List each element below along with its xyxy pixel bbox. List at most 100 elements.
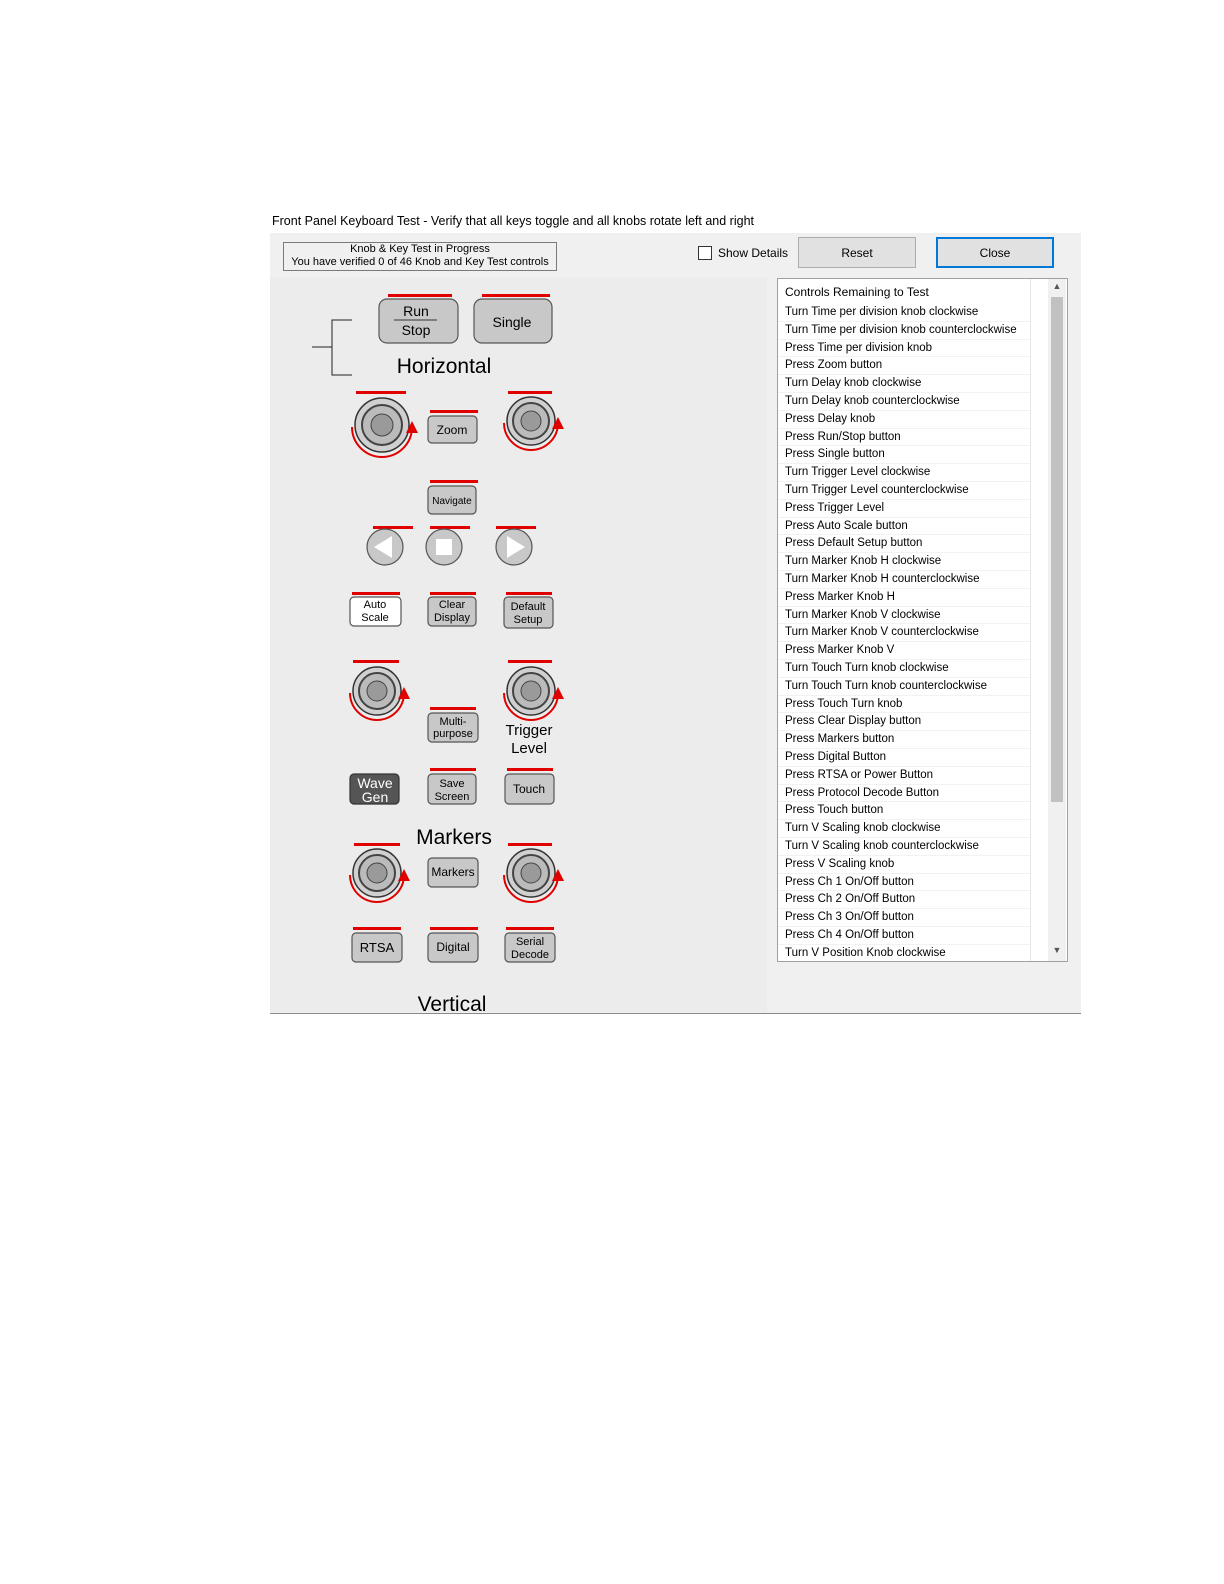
- list-item[interactable]: Press Single button: [778, 446, 1030, 465]
- save-screen-button[interactable]: Save Screen: [427, 773, 477, 805]
- scrollbar-thumb[interactable]: [1051, 297, 1063, 802]
- auto-scale-indicator: [352, 592, 400, 595]
- list-item[interactable]: Press Ch 4 On/Off button: [778, 927, 1030, 945]
- default-setup-button[interactable]: Default Setup: [503, 596, 554, 629]
- vertical-scrollbar[interactable]: ▲ ▼: [1048, 279, 1066, 961]
- list-item[interactable]: Press Protocol Decode Button: [778, 785, 1030, 803]
- list-item[interactable]: Turn Marker Knob H counterclockwise: [778, 571, 1030, 589]
- single-button[interactable]: Single: [473, 298, 553, 344]
- rtsa-label: RTSA: [360, 940, 395, 955]
- run-stop-button[interactable]: Run Stop: [378, 298, 459, 344]
- list-item[interactable]: Turn Marker Knob V clockwise: [778, 607, 1030, 625]
- digital-label: Digital: [436, 940, 469, 954]
- marker-knob-v[interactable]: [503, 848, 564, 903]
- list-items: Turn Time per division knob clockwise Tur…: [778, 304, 1030, 961]
- scale-label: Scale: [361, 612, 389, 624]
- show-details-checkbox[interactable]: Show Details: [698, 246, 788, 260]
- list-item[interactable]: Turn Marker Knob V counterclockwise: [778, 624, 1030, 643]
- scroll-down-icon[interactable]: ▼: [1048, 945, 1066, 959]
- default-label: Default: [511, 601, 546, 613]
- section-markers: Markers: [416, 826, 492, 849]
- wave-gen-button[interactable]: Wave Gen: [349, 773, 400, 805]
- list-item[interactable]: Press Time per division knob: [778, 340, 1030, 358]
- reset-button[interactable]: Reset: [798, 237, 916, 268]
- nav-stop-button[interactable]: [425, 528, 463, 566]
- digital-button[interactable]: Digital: [427, 932, 479, 963]
- multipurpose-button[interactable]: Multi- purpose: [427, 712, 479, 743]
- list-item[interactable]: Press Ch 1 On/Off button: [778, 874, 1030, 892]
- marker-knob-h[interactable]: [349, 848, 410, 903]
- list-item[interactable]: Turn V Position Knob clockwise: [778, 945, 1030, 961]
- gen-label: Gen: [362, 789, 388, 805]
- rtsa-button[interactable]: RTSA: [351, 932, 403, 963]
- list-item[interactable]: Press Zoom button: [778, 357, 1030, 376]
- stop-icon: [436, 539, 452, 555]
- serial-decode-button[interactable]: Serial Decode: [504, 932, 556, 963]
- window-title: Front Panel Keyboard Test - Verify that …: [272, 214, 754, 228]
- delay-knob[interactable]: [503, 396, 564, 451]
- list-item[interactable]: Press V Scaling knob: [778, 856, 1030, 874]
- list-item[interactable]: Press Ch 3 On/Off button: [778, 909, 1030, 927]
- setup-label: Setup: [514, 614, 543, 626]
- list-item[interactable]: Press Run/Stop button: [778, 429, 1030, 447]
- list-item[interactable]: Press Marker Knob H: [778, 589, 1030, 607]
- status-line-2: You have verified 0 of 46 Knob and Key T…: [291, 256, 549, 268]
- delay-knob-indicator: [508, 391, 552, 394]
- decode-label: Decode: [511, 949, 549, 961]
- run-stop-indicator: [388, 294, 452, 297]
- list-item[interactable]: Turn Trigger Level counterclockwise: [778, 482, 1030, 500]
- touch-indicator: [507, 768, 553, 771]
- default-setup-indicator: [506, 592, 552, 595]
- list-item[interactable]: Press Digital Button: [778, 749, 1030, 767]
- stop-label: Stop: [402, 322, 431, 338]
- navigate-label: Navigate: [432, 496, 472, 507]
- list-item[interactable]: Press Delay knob: [778, 411, 1030, 429]
- markers-button[interactable]: Markers: [427, 857, 479, 888]
- zoom-button[interactable]: Zoom: [427, 415, 478, 444]
- list-item[interactable]: Turn Marker Knob H clockwise: [778, 553, 1030, 571]
- multi-label: Multi-: [440, 716, 467, 728]
- list-item[interactable]: Turn Time per division knob clockwise: [778, 304, 1030, 322]
- section-horizontal: Horizontal: [397, 355, 492, 378]
- list-item[interactable]: Press Markers button: [778, 731, 1030, 749]
- list-item[interactable]: Press Touch Turn knob: [778, 696, 1030, 714]
- list-item[interactable]: Turn Delay knob counterclockwise: [778, 393, 1030, 411]
- touch-turn-knob[interactable]: [349, 666, 410, 721]
- touch-turn-knob-indicator: [353, 660, 399, 663]
- navigate-button[interactable]: Navigate: [427, 485, 477, 515]
- list-item[interactable]: Turn V Scaling knob clockwise: [778, 820, 1030, 838]
- list-item[interactable]: Press Default Setup button: [778, 535, 1030, 554]
- list-item[interactable]: Turn Delay knob clockwise: [778, 375, 1030, 393]
- status-line-1: Knob & Key Test in Progress: [350, 243, 490, 255]
- clear-display-indicator: [430, 592, 476, 595]
- list-item[interactable]: Turn Touch Turn knob clockwise: [778, 660, 1030, 678]
- auto-scale-button[interactable]: Auto Scale: [349, 596, 402, 627]
- front-panel-diagram: Run Stop Single Horizontal Zoom Navigate…: [270, 277, 767, 1012]
- scroll-up-icon[interactable]: ▲: [1048, 281, 1066, 295]
- list-item[interactable]: Turn Trigger Level clockwise: [778, 464, 1030, 482]
- list-item[interactable]: Press Ch 2 On/Off Button: [778, 891, 1030, 910]
- list-item[interactable]: Press Clear Display button: [778, 713, 1030, 732]
- list-item[interactable]: Turn Touch Turn knob counterclockwise: [778, 678, 1030, 696]
- nav-back-indicator: [373, 526, 413, 529]
- list-item[interactable]: Press Auto Scale button: [778, 518, 1030, 536]
- front-panel-test-window: Knob & Key Test in Progress You have ver…: [270, 233, 1081, 1014]
- nav-forward-button[interactable]: [495, 528, 533, 566]
- controls-remaining-list[interactable]: Controls Remaining to Test Turn Time per…: [777, 278, 1068, 962]
- touch-button[interactable]: Touch: [504, 773, 555, 805]
- clear-display-button[interactable]: Clear Display: [427, 596, 477, 627]
- close-button[interactable]: Close: [936, 237, 1054, 268]
- list-item[interactable]: Press RTSA or Power Button: [778, 767, 1030, 785]
- purpose-label: purpose: [433, 728, 473, 740]
- nav-back-button[interactable]: [366, 528, 404, 566]
- list-item[interactable]: Turn V Scaling knob counterclockwise: [778, 838, 1030, 856]
- time-per-division-knob[interactable]: [351, 397, 418, 458]
- list-item[interactable]: Turn Time per division knob counterclock…: [778, 322, 1030, 340]
- list-item[interactable]: Press Touch button: [778, 802, 1030, 821]
- show-details-label: Show Details: [718, 246, 789, 260]
- trigger-level-knob[interactable]: [503, 666, 564, 721]
- list-item[interactable]: Press Trigger Level: [778, 500, 1030, 518]
- list-item[interactable]: Press Marker Knob V: [778, 642, 1030, 660]
- run-label: Run: [403, 303, 429, 319]
- checkbox-icon[interactable]: [698, 246, 712, 260]
